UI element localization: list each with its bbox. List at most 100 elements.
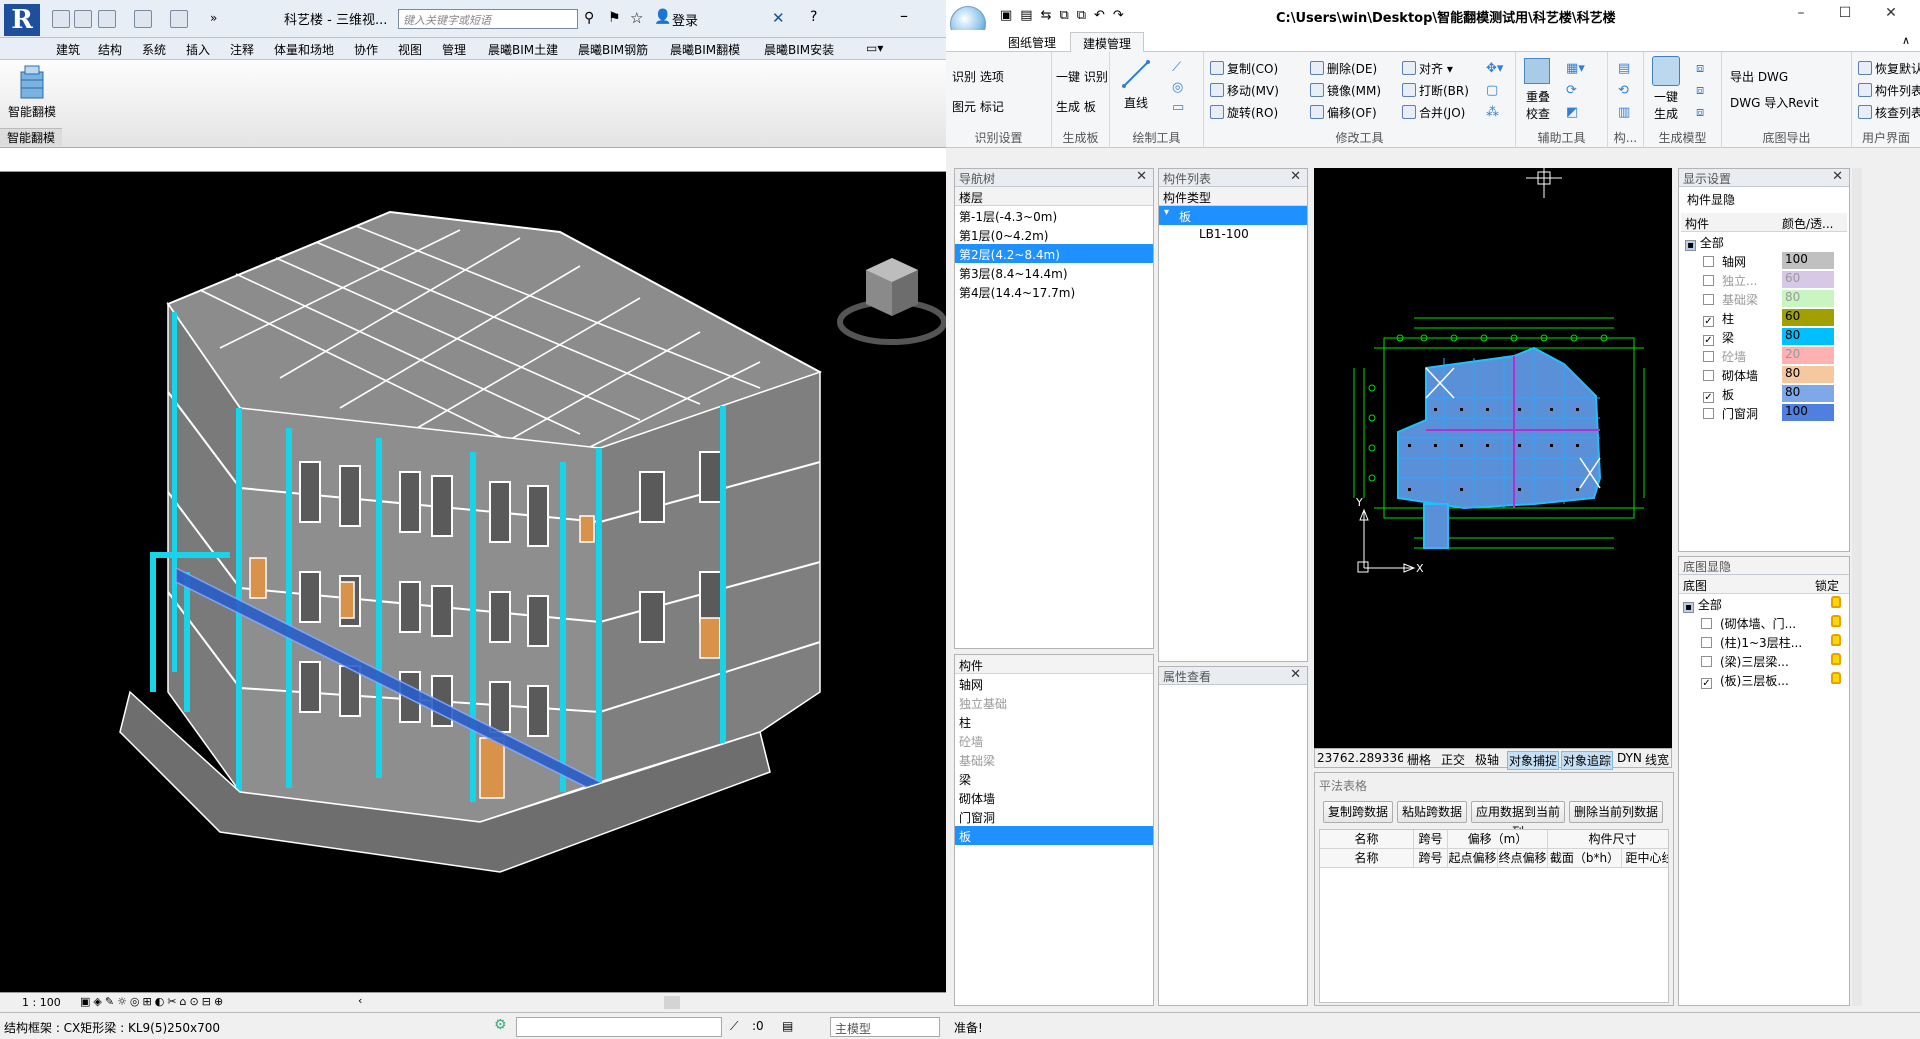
visibility-checkbox[interactable] bbox=[1703, 256, 1714, 267]
visibility-row[interactable]: ✓ 梁 80 bbox=[1681, 327, 1847, 346]
workset-dropdown[interactable] bbox=[516, 1017, 722, 1037]
component-item[interactable]: 柱 bbox=[955, 712, 1153, 731]
generate-slab-button[interactable]: 生成 板 bbox=[1056, 98, 1096, 115]
element-mark-button[interactable]: 图元 标记 bbox=[952, 98, 1004, 115]
visibility-row[interactable]: ✓ 柱 60 bbox=[1681, 308, 1847, 327]
menu-cx-rebar[interactable]: 晨曦BIM钢筋 bbox=[578, 41, 648, 58]
component-item[interactable]: 门窗洞 bbox=[955, 807, 1153, 826]
help-icon[interactable]: ? bbox=[810, 9, 817, 25]
visibility-checkbox[interactable]: ✓ bbox=[1703, 316, 1714, 327]
minimize-icon[interactable]: – bbox=[1786, 5, 1816, 25]
visibility-checkbox[interactable] bbox=[1703, 294, 1714, 305]
close-icon[interactable]: ✕ bbox=[1832, 169, 1843, 184]
menu-insert[interactable]: 插入 bbox=[186, 41, 210, 58]
menu-massing[interactable]: 体量和场地 bbox=[274, 41, 334, 58]
menu-manage[interactable]: 管理 bbox=[442, 41, 466, 58]
base-map-row[interactable]: (梁)三层梁... bbox=[1679, 651, 1849, 670]
visibility-checkbox[interactable]: ✓ bbox=[1703, 335, 1714, 346]
visibility-row[interactable]: 门窗洞 100 bbox=[1681, 403, 1847, 422]
save-icon[interactable] bbox=[74, 10, 92, 28]
tab-modeling-management[interactable]: 建模管理 bbox=[1070, 32, 1145, 52]
one-key-generate-icon[interactable] bbox=[1652, 56, 1680, 86]
visibility-checkbox[interactable] bbox=[1703, 370, 1714, 381]
visibility-checkbox[interactable]: ✓ bbox=[1703, 392, 1714, 403]
color-transparency-cell[interactable]: 60 bbox=[1782, 309, 1834, 326]
menu-annotate[interactable]: 注释 bbox=[230, 41, 254, 58]
filter-icon[interactable]: ⟋ bbox=[730, 1019, 738, 1034]
delete-column-button[interactable]: 删除当前列数据 bbox=[1569, 801, 1663, 823]
one-key-identify-button[interactable]: 一键 识别 bbox=[1056, 68, 1108, 85]
toggle-osnap[interactable]: 对象捕捉 bbox=[1507, 751, 1560, 770]
base-map-checkbox[interactable] bbox=[1701, 618, 1712, 629]
component-list-button[interactable]: 构件列表 bbox=[1858, 82, 1920, 99]
sync-icon[interactable] bbox=[98, 10, 116, 28]
maximize-icon[interactable]: ☐ bbox=[1830, 5, 1860, 25]
base-map-row[interactable]: ✓ (板)三层板... bbox=[1679, 670, 1849, 689]
apply-column-button[interactable]: 应用数据到当前列 bbox=[1471, 801, 1565, 839]
lock-icon[interactable] bbox=[1831, 634, 1841, 646]
redo-icon[interactable] bbox=[170, 10, 188, 28]
favorites-icon[interactable]: ☆ bbox=[630, 9, 643, 27]
lock-icon[interactable] bbox=[1831, 672, 1841, 684]
main-model-field[interactable]: 主模型 bbox=[830, 1017, 940, 1037]
tab-drawing-management[interactable]: 图纸管理 bbox=[996, 32, 1068, 52]
close-icon[interactable]: ✕ bbox=[1290, 667, 1301, 682]
revit-login-button[interactable]: 登录 bbox=[672, 10, 698, 29]
toggle-lineweight[interactable]: 线宽 bbox=[1645, 751, 1669, 768]
component-item[interactable]: 基础梁 bbox=[955, 750, 1153, 769]
offset-button[interactable]: 偏移(OF) bbox=[1310, 104, 1377, 121]
base-map-all-row[interactable]: ▪ 全部 bbox=[1679, 594, 1849, 613]
component-item[interactable]: 梁 bbox=[955, 769, 1153, 788]
base-map-checkbox[interactable]: ✓ bbox=[1701, 678, 1712, 689]
close-icon[interactable]: ✕ bbox=[1136, 169, 1147, 184]
toggle-ortho[interactable]: 正交 bbox=[1441, 751, 1465, 768]
color-transparency-cell[interactable]: 80 bbox=[1782, 385, 1834, 402]
draw-shape-icons[interactable]: ⟋ ◎ ▭ bbox=[1172, 58, 1184, 118]
visibility-row[interactable]: 基础梁 80 bbox=[1681, 289, 1847, 308]
menu-systems[interactable]: 系统 bbox=[142, 41, 166, 58]
floor-item[interactable]: 第3层(8.4~14.4m) bbox=[955, 263, 1153, 282]
dwg-import-revit-button[interactable]: DWG 导入Revit bbox=[1730, 94, 1819, 111]
lock-icon[interactable] bbox=[1831, 615, 1841, 627]
rule-table[interactable]: 名称 跨号 偏移（m） 构件尺寸 名称 跨号 起点偏移 终点偏移 截面（b*h）… bbox=[1319, 829, 1669, 1003]
component-type-node[interactable]: ▾ 板 bbox=[1159, 206, 1307, 225]
floor-item[interactable]: 第1层(0~4.2m) bbox=[955, 225, 1153, 244]
line-button[interactable]: 直线 bbox=[1124, 94, 1148, 111]
view-cube[interactable] bbox=[837, 258, 947, 345]
color-transparency-cell[interactable]: 80 bbox=[1782, 366, 1834, 383]
delete-button[interactable]: 删除(DE) bbox=[1310, 60, 1377, 77]
visibility-all-row[interactable]: ▪ 全部 bbox=[1681, 232, 1847, 251]
overlap-check-button[interactable]: 重叠 校查 bbox=[1522, 88, 1554, 122]
check-list-button[interactable]: 核查列表 bbox=[1858, 104, 1920, 121]
cad-drawing-view[interactable]: Y X bbox=[1314, 168, 1672, 748]
align-button[interactable]: 对齐 ▾ bbox=[1402, 60, 1453, 77]
assist-icons[interactable]: ▦▾ ⟳ ◩ bbox=[1566, 58, 1585, 124]
overlap-check-icon[interactable] bbox=[1524, 58, 1550, 84]
break-button[interactable]: 打断(BR) bbox=[1402, 82, 1469, 99]
floor-item[interactable]: 第-1层(-4.3~0m) bbox=[955, 206, 1153, 225]
scroll-thumb[interactable] bbox=[664, 996, 680, 1009]
visibility-row[interactable]: ✓ 板 80 bbox=[1681, 384, 1847, 403]
toggle-grid[interactable]: 栅格 bbox=[1407, 751, 1431, 768]
mirror-button[interactable]: 镜像(MM) bbox=[1310, 82, 1381, 99]
color-transparency-cell[interactable]: 80 bbox=[1782, 328, 1834, 345]
view-scale[interactable]: 1 : 100 bbox=[22, 996, 61, 1009]
checkbox-all[interactable]: ▪ bbox=[1685, 240, 1696, 251]
toggle-polar[interactable]: 极轴 bbox=[1475, 751, 1499, 768]
exchange-icon[interactable]: ✕ bbox=[772, 9, 785, 27]
revit-search-input[interactable]: 键入关键字或短语 bbox=[398, 9, 578, 29]
scroll-left-icon[interactable]: ‹ bbox=[358, 994, 362, 1007]
line-icon[interactable] bbox=[1122, 60, 1150, 88]
visibility-row[interactable]: 独立... 60 bbox=[1681, 270, 1847, 289]
move-button[interactable]: 移动(MV) bbox=[1210, 82, 1279, 99]
color-transparency-cell[interactable]: 100 bbox=[1782, 404, 1834, 421]
menu-collaborate[interactable]: 协作 bbox=[354, 41, 378, 58]
visibility-checkbox[interactable] bbox=[1703, 408, 1714, 419]
app-quick-toolbar-icons[interactable]: ▣▤⇆⧉⧉↶↷ bbox=[1000, 8, 1132, 23]
open-icon[interactable] bbox=[52, 10, 70, 28]
color-transparency-cell[interactable]: 80 bbox=[1782, 290, 1834, 307]
visibility-row[interactable]: 砌体墙 80 bbox=[1681, 365, 1847, 384]
visibility-checkbox[interactable] bbox=[1703, 275, 1714, 286]
menu-cx-modeling[interactable]: 晨曦BIM翻模 bbox=[670, 41, 740, 58]
lock-icon[interactable] bbox=[1831, 653, 1841, 665]
